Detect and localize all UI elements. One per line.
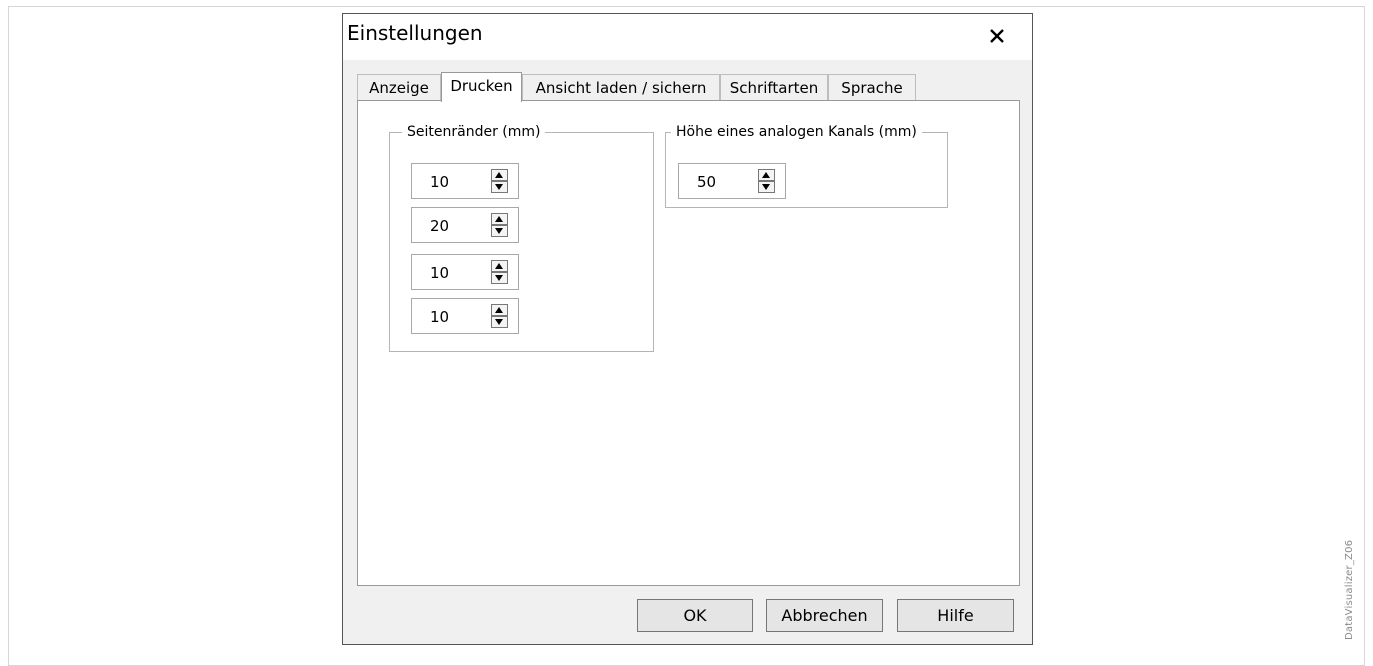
channel-height-group: Höhe eines analogen Kanals (mm) 50 — [665, 123, 948, 208]
ok-button[interactable]: OK — [637, 599, 753, 632]
margins-group-label: Seitenränder (mm) — [402, 123, 546, 141]
spin-value: 50 — [697, 173, 717, 191]
spin-up-button[interactable] — [491, 213, 508, 225]
tab-sprache[interactable]: Sprache — [828, 74, 916, 100]
tab-anzeige[interactable]: Anzeige — [357, 74, 441, 100]
margins-group: Seitenränder (mm) 10 20 10 10 — [389, 123, 654, 352]
settings-dialog: Einstellungen Anzeige Drucken Ansicht la… — [342, 13, 1033, 645]
title-bar: Einstellungen — [343, 14, 1032, 60]
watermark: DataVisualizer_Z06 — [1344, 539, 1355, 640]
channel-height-spinbox[interactable]: 50 — [678, 163, 786, 199]
dialog-title: Einstellungen — [347, 21, 483, 45]
close-button[interactable] — [985, 24, 1009, 48]
arrow-up-icon — [495, 172, 503, 178]
spin-value: 10 — [430, 173, 450, 191]
cancel-button[interactable]: Abbrechen — [766, 599, 883, 632]
spin-up-button[interactable] — [491, 260, 508, 272]
spin-down-button[interactable] — [491, 272, 508, 284]
arrow-down-icon — [495, 275, 503, 281]
spin-up-button[interactable] — [491, 304, 508, 316]
arrow-up-icon — [495, 263, 503, 269]
margin-top-spinbox[interactable]: 10 — [411, 163, 519, 199]
spin-value: 10 — [430, 308, 450, 326]
margin-bottom-spinbox[interactable]: 20 — [411, 207, 519, 243]
tab-ansicht-laden-sichern[interactable]: Ansicht laden / sichern — [522, 74, 720, 100]
spin-value: 20 — [430, 217, 450, 235]
channel-height-group-label: Höhe eines analogen Kanals (mm) — [671, 123, 922, 141]
arrow-down-icon — [495, 319, 503, 325]
tab-panel-drucken: Seitenränder (mm) 10 20 10 10 Höhe eines… — [357, 100, 1020, 586]
arrow-down-icon — [495, 228, 503, 234]
spin-up-button[interactable] — [758, 169, 775, 181]
close-icon — [990, 29, 1004, 43]
tab-drucken[interactable]: Drucken — [441, 72, 522, 102]
arrow-up-icon — [762, 172, 770, 178]
help-button[interactable]: Hilfe — [897, 599, 1014, 632]
arrow-up-icon — [495, 216, 503, 222]
margin-right-spinbox[interactable]: 10 — [411, 298, 519, 334]
spin-down-button[interactable] — [491, 181, 508, 193]
arrow-down-icon — [762, 184, 770, 190]
margin-left-spinbox[interactable]: 10 — [411, 254, 519, 290]
tab-schriftarten[interactable]: Schriftarten — [720, 74, 828, 100]
arrow-down-icon — [495, 184, 503, 190]
spin-down-button[interactable] — [758, 181, 775, 193]
spin-down-button[interactable] — [491, 316, 508, 328]
spin-down-button[interactable] — [491, 225, 508, 237]
arrow-up-icon — [495, 307, 503, 313]
spin-up-button[interactable] — [491, 169, 508, 181]
spin-value: 10 — [430, 264, 450, 282]
